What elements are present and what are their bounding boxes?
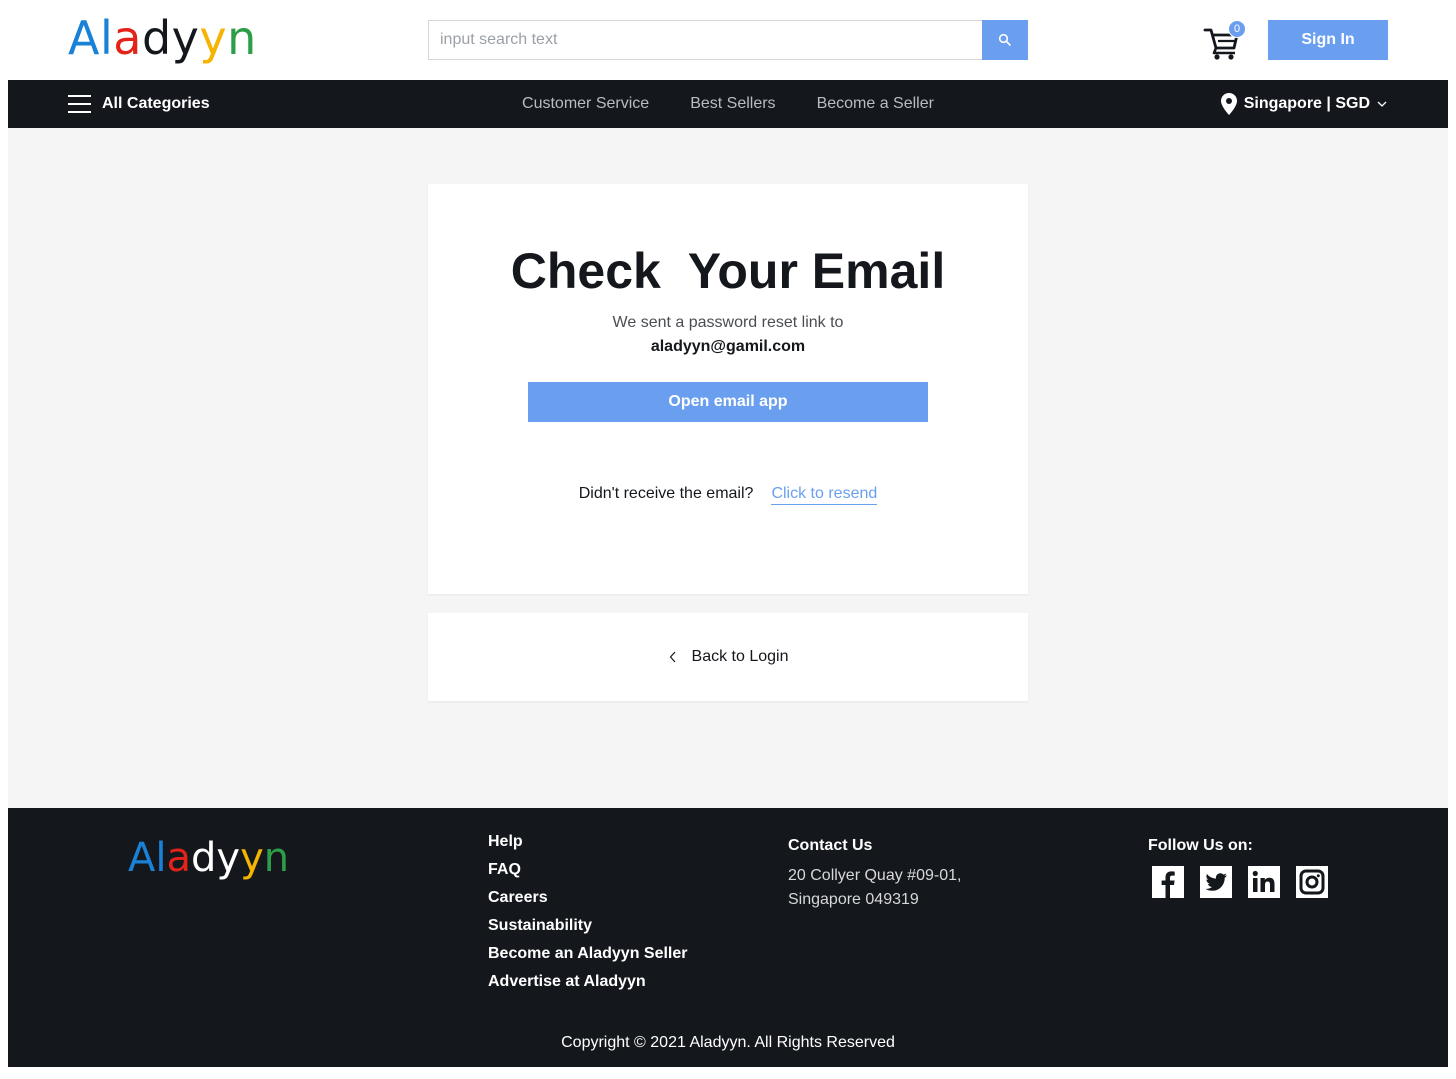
logo-letter: n — [227, 11, 257, 65]
facebook-link[interactable] — [1152, 866, 1184, 898]
nav-bar: All Categories Customer Service Best Sel… — [8, 80, 1448, 128]
chevron-down-icon — [1377, 101, 1387, 107]
instagram-icon — [1296, 866, 1328, 898]
back-to-login-label: Back to Login — [691, 648, 789, 665]
page: Aladyyn 0 Sign In — [0, 0, 1456, 1079]
logo-letter: A — [68, 11, 100, 65]
social-links — [1152, 866, 1328, 898]
search-bar — [428, 20, 1028, 60]
footer: Aladyyn Help FAQ Careers Sustainability … — [8, 808, 1448, 1067]
aladyyn-logo[interactable]: Aladyyn — [68, 8, 257, 68]
cart-count-badge: 0 — [1228, 20, 1246, 38]
back-to-login-button[interactable]: Back to Login — [428, 613, 1028, 701]
twitter-icon — [1200, 866, 1232, 898]
logo-letter: y — [171, 11, 200, 65]
logo-letter: y — [240, 835, 264, 881]
logo-letter: l — [155, 835, 167, 881]
linkedin-icon — [1248, 866, 1280, 898]
linkedin-link[interactable] — [1248, 866, 1280, 898]
resend-row: Didn't receive the email? Click to resen… — [428, 485, 1028, 505]
address-line: 20 Collyer Quay #09-01, — [788, 867, 962, 884]
search-icon — [998, 33, 1011, 46]
twitter-link[interactable] — [1200, 866, 1232, 898]
logo-letter: d — [141, 11, 172, 65]
logo-letter: d — [191, 835, 217, 881]
nav-link-best-sellers[interactable]: Best Sellers — [690, 95, 775, 113]
resend-question: Didn't receive the email? — [578, 485, 754, 502]
chevron-left-icon — [669, 651, 675, 663]
copyright-text: Copyright © 2021 Aladyyn. All Rights Res… — [561, 1034, 895, 1051]
search-button[interactable] — [982, 20, 1028, 60]
reset-link-message: We sent a password reset link to — [612, 314, 844, 331]
footer-links: Help FAQ Careers Sustainability Become a… — [488, 832, 688, 992]
search-input[interactable] — [428, 20, 982, 60]
facebook-icon — [1152, 866, 1184, 898]
instagram-link[interactable] — [1296, 866, 1328, 898]
location-pin-icon — [1220, 93, 1237, 115]
logo-letter: y — [199, 11, 228, 65]
nav-link-become-seller[interactable]: Become a Seller — [817, 95, 934, 113]
nav-link-customer-service[interactable]: Customer Service — [522, 95, 649, 113]
main-content: Check Your Email We sent a password rese… — [8, 128, 1448, 808]
locale-selector[interactable]: Singapore | SGD — [1220, 80, 1388, 128]
footer-logo[interactable]: Aladyyn — [128, 832, 289, 884]
check-email-card: Check Your Email We sent a password rese… — [428, 184, 1028, 594]
footer-link-advertise[interactable]: Advertise at Aladyyn — [488, 972, 688, 992]
cart-button[interactable]: 0 — [1202, 20, 1246, 60]
follow-section: Follow Us on: — [1148, 836, 1328, 898]
footer-link-become-seller[interactable]: Become an Aladyyn Seller — [488, 944, 688, 964]
logo-letter: A — [128, 835, 156, 881]
contact-title: Contact Us — [788, 837, 873, 854]
logo-letter: a — [166, 835, 192, 881]
header: Aladyyn 0 Sign In — [8, 0, 1448, 80]
open-email-app-button[interactable]: Open email app — [528, 382, 928, 422]
footer-link-sustainability[interactable]: Sustainability — [488, 916, 688, 936]
logo-letter: n — [263, 835, 290, 881]
sign-in-button[interactable]: Sign In — [1268, 20, 1388, 60]
resend-link[interactable]: Click to resend — [771, 485, 878, 505]
locale-label: Singapore | SGD — [1243, 95, 1370, 112]
footer-link-help[interactable]: Help — [488, 832, 688, 852]
page-title: Check Your Email — [510, 243, 946, 299]
follow-title: Follow Us on: — [1148, 837, 1253, 854]
address-line: Singapore 049319 — [788, 891, 919, 908]
logo-letter: a — [113, 11, 142, 65]
contact-section: Contact Us 20 Collyer Quay #09-01, Singa… — [788, 836, 961, 912]
logo-letter: l — [99, 11, 114, 65]
logo-letter: y — [216, 835, 241, 881]
reset-email-address: aladyyn@gamil.com — [650, 338, 806, 355]
footer-link-faq[interactable]: FAQ — [488, 860, 688, 880]
footer-link-careers[interactable]: Careers — [488, 888, 688, 908]
